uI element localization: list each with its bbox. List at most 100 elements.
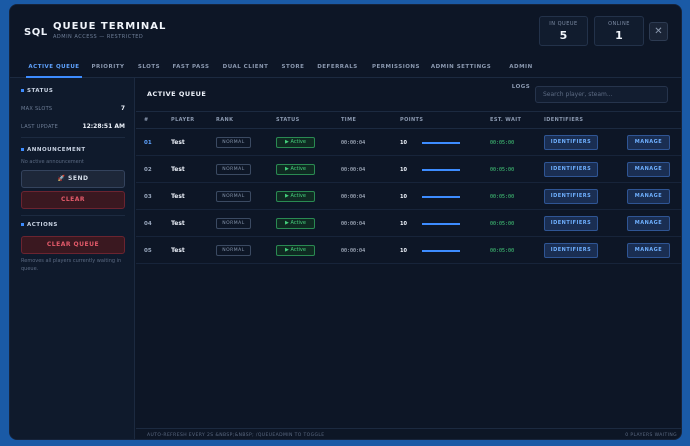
tab-dual-client[interactable]: DUAL CLIENT <box>219 57 272 78</box>
in-queue-label: IN QUEUE <box>549 21 578 27</box>
tab-permissions[interactable]: PERMISSIONS <box>368 57 424 78</box>
tab-admin-logs[interactable]: ADMIN LOGS <box>499 57 543 90</box>
queue-time: 00:00:04 <box>341 248 366 254</box>
online-value: 1 <box>615 29 623 42</box>
points-value: 10 <box>400 221 407 227</box>
col-header-identifiers: IDENTIFIERS <box>544 117 584 123</box>
rank-badge: NORMAL <box>216 245 251 256</box>
announcement-title: ANNOUNCEMENT <box>27 147 86 153</box>
points-bar-fill <box>422 196 460 198</box>
search-input[interactable] <box>535 86 668 103</box>
identifiers-button[interactable]: IDENTIFIERS <box>544 189 598 204</box>
identifiers-button[interactable]: IDENTIFIERS <box>544 135 598 150</box>
page-title: QUEUE TERMINAL <box>53 21 167 32</box>
manage-button[interactable]: MANAGE <box>627 162 670 177</box>
queue-time: 00:00:04 <box>341 194 366 200</box>
identifiers-button[interactable]: IDENTIFIERS <box>544 243 598 258</box>
points-value: 10 <box>400 140 407 146</box>
main-panel: ACTIVE QUEUE # PLAYER RANK STATUS TIME P… <box>136 78 681 439</box>
col-header-time: TIME <box>341 117 357 123</box>
online-label: ONLINE <box>608 21 630 27</box>
points-bar-fill <box>422 223 460 225</box>
points-bar-fill <box>422 169 460 171</box>
tab-store[interactable]: STORE <box>278 57 308 78</box>
identifiers-button[interactable]: IDENTIFIERS <box>544 162 598 177</box>
clear-queue-description: Removes all players currently waiting in… <box>21 258 122 272</box>
est-wait: 00:05:00 <box>490 248 515 254</box>
tab-fast-pass[interactable]: FAST PASS <box>170 57 212 78</box>
table-header: # PLAYER RANK STATUS TIME POINTS EST. WA… <box>136 111 681 129</box>
rank-badge: NORMAL <box>216 164 251 175</box>
last-update-label: LAST UPDATE <box>21 124 59 130</box>
table-row: 02 Test NORMAL ▶ Active 00:00:04 10 00:0… <box>136 156 681 183</box>
send-button[interactable]: 🚀 SEND <box>21 170 125 188</box>
points-bar <box>422 196 460 198</box>
close-button[interactable]: ✕ <box>649 22 668 41</box>
status-badge: ▶ Active <box>276 245 315 256</box>
est-wait: 00:05:00 <box>490 167 515 173</box>
queue-time: 00:00:04 <box>341 221 366 227</box>
sidebar: STATUS MAX SLOTS 7 LAST UPDATE 12:28:51 … <box>10 78 135 439</box>
est-wait: 00:05:00 <box>490 221 515 227</box>
points-bar <box>422 250 460 252</box>
rank-badge: NORMAL <box>216 218 251 229</box>
row-number: 05 <box>144 248 152 254</box>
col-header-points: POINTS <box>400 117 424 123</box>
max-slots-value: 7 <box>120 105 125 112</box>
bullet-icon <box>21 148 24 151</box>
announcement-text: No active announcement <box>21 159 84 165</box>
queue-time: 00:00:04 <box>341 140 366 146</box>
tab-admin-settings[interactable]: ADMIN SETTINGS <box>430 57 492 78</box>
tab-slots[interactable]: SLOTS <box>134 57 164 78</box>
status-badge: ▶ Active <box>276 191 315 202</box>
queue-title: ACTIVE QUEUE <box>147 90 207 98</box>
points-bar <box>422 223 460 225</box>
row-number: 03 <box>144 194 152 200</box>
bullet-icon <box>21 89 24 92</box>
points-bar <box>422 169 460 171</box>
status-footer: AUTO-REFRESH EVERY 2S &NBSP;&NBSP; /QUEU… <box>136 428 681 439</box>
identifiers-button[interactable]: IDENTIFIERS <box>544 216 598 231</box>
tab-active-queue[interactable]: ACTIVE QUEUE <box>26 57 82 78</box>
player-name: Test <box>171 139 185 146</box>
players-waiting-count: 0 PLAYERS WAITING <box>625 433 677 438</box>
manage-button[interactable]: MANAGE <box>627 135 670 150</box>
points-bar <box>422 142 460 144</box>
est-wait: 00:05:00 <box>490 140 515 146</box>
tab-bar: ACTIVE QUEUE PRIORITY SLOTS FAST PASS DU… <box>10 57 681 90</box>
points-value: 10 <box>400 248 407 254</box>
manage-button[interactable]: MANAGE <box>627 243 670 258</box>
player-name: Test <box>171 166 185 173</box>
queue-time: 00:00:04 <box>341 167 366 173</box>
divider <box>21 215 125 216</box>
table-row: 03 Test NORMAL ▶ Active 00:00:04 10 00:0… <box>136 183 681 210</box>
player-name: Test <box>171 220 185 227</box>
divider <box>21 137 125 138</box>
clear-button[interactable]: CLEAR <box>21 191 125 209</box>
points-bar-fill <box>422 142 460 144</box>
app-logo: SQL <box>24 27 48 38</box>
bullet-icon <box>21 223 24 226</box>
player-name: Test <box>171 247 185 254</box>
last-update-value: 12:28:51 AM <box>82 123 125 130</box>
status-title: STATUS <box>27 88 54 94</box>
manage-button[interactable]: MANAGE <box>627 189 670 204</box>
page-subtitle: ADMIN ACCESS — RESTRICTED <box>53 34 144 40</box>
actions-section-title: ACTIONS <box>21 222 58 228</box>
clear-queue-button[interactable]: CLEAR QUEUE <box>21 236 125 254</box>
announcement-section-title: ANNOUNCEMENT <box>21 147 86 153</box>
tab-deferrals[interactable]: DEFERRALS <box>314 57 361 78</box>
status-badge: ▶ Active <box>276 164 315 175</box>
actions-title: ACTIONS <box>27 222 58 228</box>
close-icon: ✕ <box>654 26 663 37</box>
points-bar-fill <box>422 250 460 252</box>
header: SQL QUEUE TERMINAL ADMIN ACCESS — RESTRI… <box>10 5 681 57</box>
col-header-status: STATUS <box>276 117 300 123</box>
col-header-num: # <box>144 117 149 123</box>
online-stat: ONLINE 1 <box>594 16 644 46</box>
max-slots-label: MAX SLOTS <box>21 106 53 112</box>
col-header-rank: RANK <box>216 117 234 123</box>
manage-button[interactable]: MANAGE <box>627 216 670 231</box>
tab-priority[interactable]: PRIORITY <box>89 57 127 78</box>
row-number: 02 <box>144 167 152 173</box>
